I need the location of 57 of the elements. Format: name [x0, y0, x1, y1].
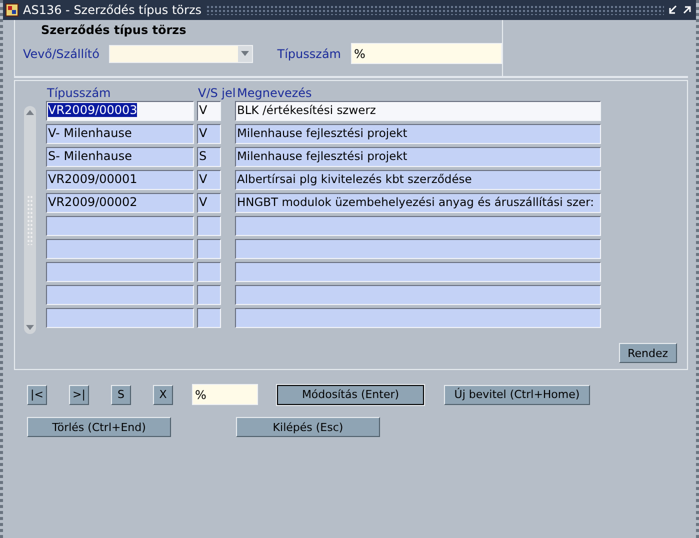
dropdown-arrow-icon[interactable]: [241, 51, 250, 56]
table-cell[interactable]: S- Milenhause: [46, 147, 194, 167]
scroll-grip-icon[interactable]: [27, 195, 33, 245]
table-cell[interactable]: BLK /értékesítési szwerz: [235, 101, 601, 121]
dropdown-field[interactable]: [109, 44, 254, 62]
window-title: AS136 - Szerződés típus törzs: [23, 3, 202, 17]
table-cell[interactable]: [235, 239, 601, 259]
table-cell[interactable]: [46, 216, 194, 236]
table-cell[interactable]: [197, 262, 221, 282]
table-cell[interactable]: VR2009/00003: [46, 101, 194, 121]
filter-field[interactable]: %: [192, 384, 258, 405]
table-cell[interactable]: [197, 216, 221, 236]
table-cell[interactable]: Milenhause fejlesztési projekt: [235, 147, 601, 167]
table-cell[interactable]: VR2009/00001: [46, 170, 194, 190]
nav-button[interactable]: |<: [27, 384, 47, 404]
action-button[interactable]: Módosítás (Enter): [277, 384, 424, 404]
table-cell[interactable]: VR2009/00002: [46, 193, 194, 213]
action-button[interactable]: Új bevitel (Ctrl+Home): [444, 384, 590, 404]
table-cell[interactable]: [235, 216, 601, 236]
table-cell[interactable]: V: [197, 124, 221, 144]
minimize-icon[interactable]: [668, 5, 678, 15]
field-label: Típusszám: [277, 46, 341, 60]
table-cell[interactable]: V- Milenhause: [46, 124, 194, 144]
table-cell[interactable]: [46, 285, 194, 305]
table-cell[interactable]: [197, 239, 221, 259]
action-button[interactable]: Törlés (Ctrl+End): [27, 417, 171, 437]
scroll-up-icon[interactable]: [26, 110, 34, 115]
field-label: Vevő/Szállító: [23, 46, 100, 60]
table-cell[interactable]: [46, 239, 194, 259]
nav-button[interactable]: S: [111, 384, 131, 404]
table-cell[interactable]: [197, 285, 221, 305]
scroll-down-icon[interactable]: [26, 325, 34, 330]
table-cell[interactable]: Albertírsai plg kivitelezés kbt szerződése: [235, 170, 601, 190]
text-field[interactable]: %: [351, 43, 502, 64]
column-header: Típusszám: [46, 86, 112, 101]
table-cell[interactable]: [197, 308, 221, 328]
table-cell[interactable]: V: [197, 170, 221, 190]
nav-button[interactable]: X: [153, 384, 173, 404]
column-header: Megnevezés: [237, 86, 312, 101]
table-cell[interactable]: S: [197, 147, 221, 167]
nav-button[interactable]: >|: [69, 384, 89, 404]
maximize-icon[interactable]: [682, 5, 692, 15]
app-icon: [5, 3, 19, 17]
table-cell[interactable]: [46, 308, 194, 328]
table-cell[interactable]: [235, 262, 601, 282]
table-cell[interactable]: [235, 285, 601, 305]
table-cell[interactable]: V: [197, 101, 221, 121]
table-cell[interactable]: Milenhause fejlesztési projekt: [235, 124, 601, 144]
column-header: V/S jel: [198, 86, 237, 101]
table-cell[interactable]: V: [197, 193, 221, 213]
scrollbar[interactable]: [24, 106, 36, 334]
action-button[interactable]: Kilépés (Esc): [236, 417, 380, 437]
table-cell[interactable]: HNGBT modulok üzembehelyezési anyag és áruszállítási szer:: [235, 193, 601, 213]
sort-button[interactable]: Rendez: [618, 343, 677, 363]
section-title: Szerződés típus törzs: [40, 22, 188, 37]
table-cell[interactable]: [235, 308, 601, 328]
table-cell[interactable]: [46, 262, 194, 282]
